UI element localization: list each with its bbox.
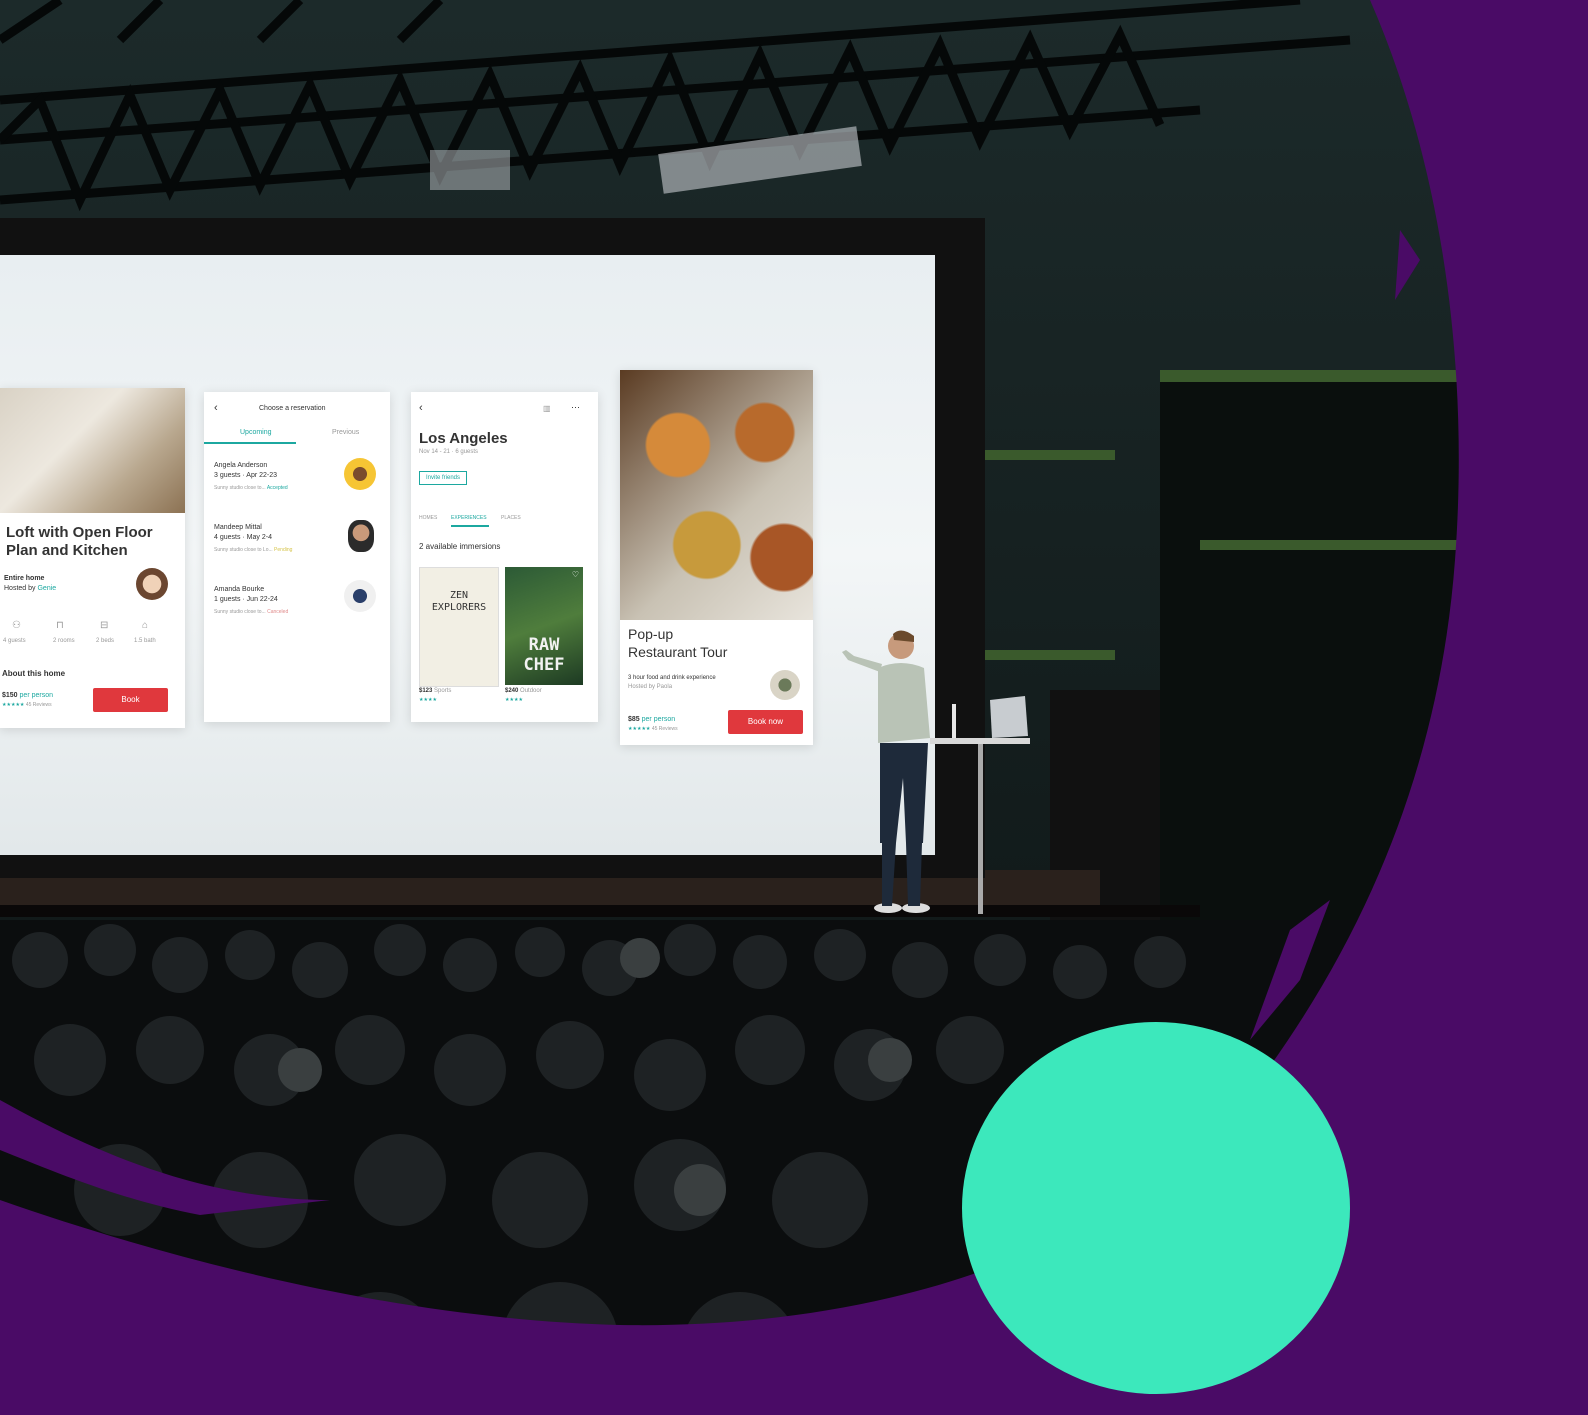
event-photo: Loft with Open Floor Plan and Kitchen En… [0,0,1588,1415]
mint-circle [962,1022,1350,1394]
